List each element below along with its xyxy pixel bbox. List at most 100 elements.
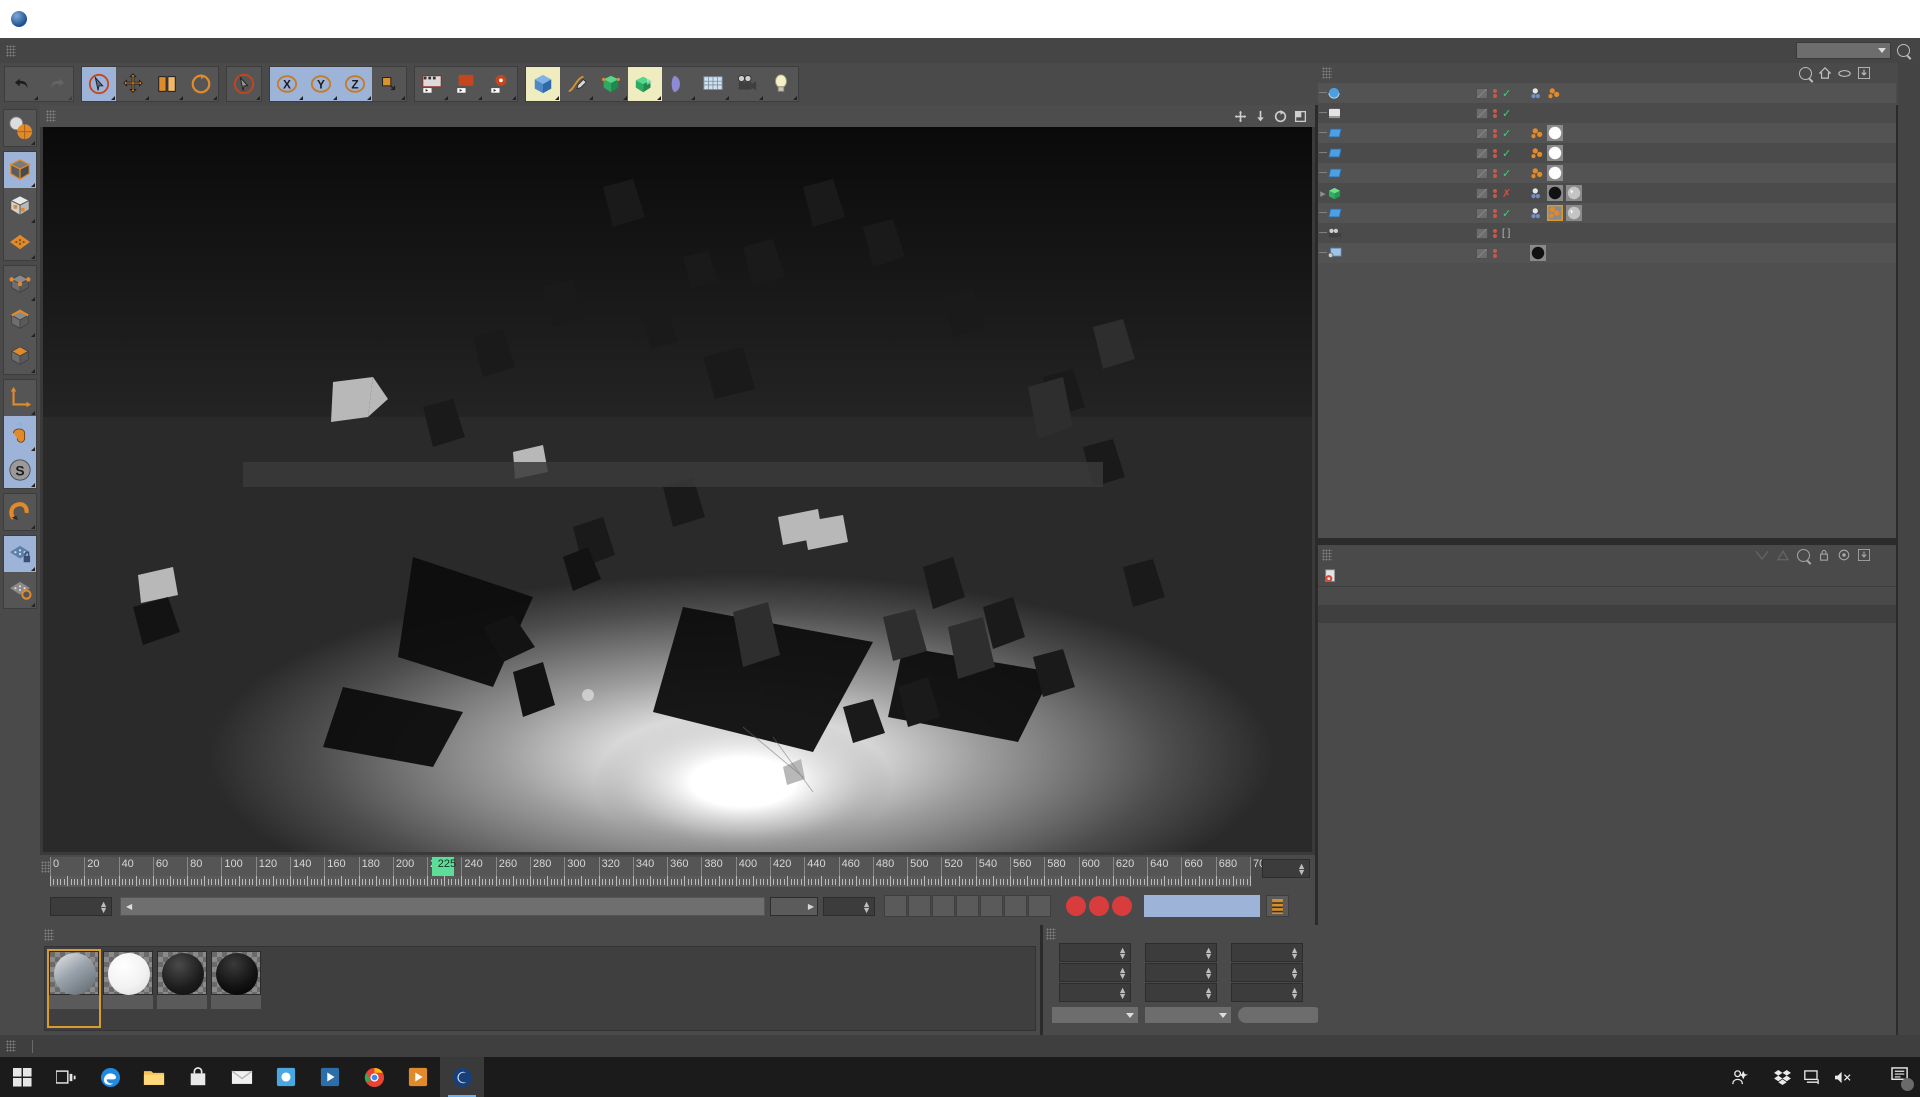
polygons-mode-icon[interactable] xyxy=(4,338,36,374)
attribute-tabs[interactable] xyxy=(1318,588,1896,605)
play-backwards-button[interactable] xyxy=(908,895,931,917)
scale-tool-icon[interactable] xyxy=(150,67,184,101)
live-selection-icon[interactable] xyxy=(82,67,116,101)
size-field[interactable]: ▲ ▼ xyxy=(1145,983,1217,1002)
position-field[interactable]: ▲ ▼ xyxy=(1059,963,1131,982)
mat-white[interactable] xyxy=(1547,165,1563,181)
preview-end-field[interactable]: ▶ xyxy=(770,896,818,916)
people-icon[interactable] xyxy=(1731,1069,1748,1086)
tool-expand-corner[interactable] xyxy=(725,96,729,100)
keyframe-next-icon[interactable] xyxy=(1777,549,1789,561)
world-object-axis-icon[interactable] xyxy=(372,67,406,101)
tool-expand-corner[interactable] xyxy=(691,96,695,100)
deformer-bend-icon[interactable] xyxy=(662,67,696,101)
go-to-end-button[interactable] xyxy=(1028,895,1051,917)
axis-modify-icon[interactable] xyxy=(4,380,36,416)
material-grip[interactable] xyxy=(44,929,54,941)
tool-expand-corner[interactable] xyxy=(31,219,35,223)
material-preview[interactable] xyxy=(211,951,261,995)
tool-expand-corner[interactable] xyxy=(759,96,763,100)
rotation-field[interactable]: ▲ ▼ xyxy=(1231,943,1303,962)
autokeying-button[interactable] xyxy=(1089,896,1109,916)
axis-z-lock-icon[interactable]: Z xyxy=(338,67,372,101)
go-to-start-button[interactable] xyxy=(884,895,907,917)
notifications-button[interactable] xyxy=(1891,1067,1914,1091)
tree-handle[interactable]: ─ xyxy=(1318,227,1328,239)
rotation-key-button[interactable] xyxy=(1191,896,1213,916)
editable-object-icon[interactable] xyxy=(4,152,36,188)
material-item[interactable] xyxy=(211,951,261,1026)
project-time-field[interactable]: ▲ ▼ xyxy=(1262,859,1310,878)
chrome-icon[interactable] xyxy=(352,1057,396,1097)
object-row[interactable]: ─ ✓ xyxy=(1318,83,1896,103)
tool-expand-corner[interactable] xyxy=(623,96,627,100)
rotate-tool-icon[interactable] xyxy=(184,67,218,101)
timeline-tick-strip[interactable] xyxy=(50,876,1251,887)
toggle-layout-icon[interactable] xyxy=(1294,110,1307,123)
tool-expand-corner[interactable] xyxy=(401,96,405,100)
tag-blue[interactable] xyxy=(1530,207,1544,220)
tool-expand-corner[interactable] xyxy=(31,447,35,451)
tool-expand-corner[interactable] xyxy=(31,297,35,301)
snap-magnet-icon[interactable] xyxy=(4,494,36,530)
layer-swatch[interactable] xyxy=(1476,147,1488,159)
current-frame-field[interactable]: ▲ ▼ xyxy=(50,896,112,916)
edges-mode-icon[interactable] xyxy=(4,302,36,338)
media-player-icon[interactable] xyxy=(396,1057,440,1097)
volume-muted-icon[interactable] xyxy=(1834,1070,1852,1085)
tag-blue[interactable] xyxy=(1530,187,1544,200)
tool-expand-corner[interactable] xyxy=(31,141,35,145)
visibility-dots[interactable] xyxy=(1493,168,1497,178)
tool-expand-corner[interactable] xyxy=(478,96,482,100)
tool-expand-corner[interactable] xyxy=(31,483,35,487)
camera-icon[interactable] xyxy=(730,67,764,101)
material-item[interactable] xyxy=(47,949,101,1028)
status-grip[interactable] xyxy=(6,1040,16,1052)
tool-expand-corner[interactable] xyxy=(34,96,38,100)
tool-expand-corner[interactable] xyxy=(589,96,593,100)
viewport-solo-icon[interactable] xyxy=(4,224,36,260)
network-icon[interactable] xyxy=(1804,1069,1821,1085)
cube-primitive-icon[interactable] xyxy=(526,67,560,101)
object-row[interactable]: ─ xyxy=(1318,243,1896,263)
object-tree[interactable]: ─ ✓ ─ ✓ ─ ✓ ─ ✓ ─ ✓ ▸ ✗ ─ ✓ ─[ ] ─ xyxy=(1318,83,1896,538)
render-to-picture-viewer-icon[interactable] xyxy=(449,67,483,101)
layout-dropdown[interactable] xyxy=(1796,42,1891,59)
tool-expand-corner[interactable] xyxy=(31,603,35,607)
mail-icon[interactable] xyxy=(220,1057,264,1097)
visibility-dots[interactable] xyxy=(1493,188,1497,198)
tool-expand-corner[interactable] xyxy=(31,525,35,529)
move-tool-icon[interactable] xyxy=(116,67,150,101)
mat-white[interactable] xyxy=(1547,145,1563,161)
last-used-tool-icon[interactable] xyxy=(227,67,261,101)
layer-swatch[interactable] xyxy=(1476,247,1488,259)
material-preview[interactable] xyxy=(103,951,153,995)
attribute-grip[interactable] xyxy=(1322,549,1332,561)
store-icon[interactable] xyxy=(176,1057,220,1097)
target-icon[interactable] xyxy=(1838,549,1850,561)
mat-black[interactable] xyxy=(1547,185,1563,201)
next-frame-button[interactable] xyxy=(980,895,1003,917)
redo-icon[interactable] xyxy=(39,67,73,101)
rotation-field[interactable]: ▲ ▼ xyxy=(1231,963,1303,982)
rotation-field[interactable]: ▲ ▼ xyxy=(1231,983,1303,1002)
edge-browser-icon[interactable] xyxy=(88,1057,132,1097)
tool-expand-corner[interactable] xyxy=(31,255,35,259)
tag-orange[interactable] xyxy=(1547,87,1561,100)
enable-axis-icon[interactable] xyxy=(4,416,36,452)
tree-handle[interactable]: ─ xyxy=(1318,127,1328,139)
layer-swatch[interactable] xyxy=(1476,167,1488,179)
environment-floor-icon[interactable] xyxy=(696,67,730,101)
visibility-dots[interactable] xyxy=(1493,208,1497,218)
layer-swatch[interactable] xyxy=(1476,107,1488,119)
mat-gray[interactable] xyxy=(1566,205,1582,221)
workplane-lock-icon[interactable] xyxy=(4,536,36,572)
visibility-dots[interactable] xyxy=(1493,248,1497,258)
dropbox-icon[interactable] xyxy=(1774,1069,1791,1085)
generator-nurbs-icon[interactable] xyxy=(594,67,628,101)
position-field[interactable]: ▲ ▼ xyxy=(1059,943,1131,962)
soft-selection-icon[interactable]: S xyxy=(4,452,36,488)
tool-expand-corner[interactable] xyxy=(512,96,516,100)
tool-expand-corner[interactable] xyxy=(111,96,115,100)
visibility-dots[interactable] xyxy=(1493,148,1497,158)
